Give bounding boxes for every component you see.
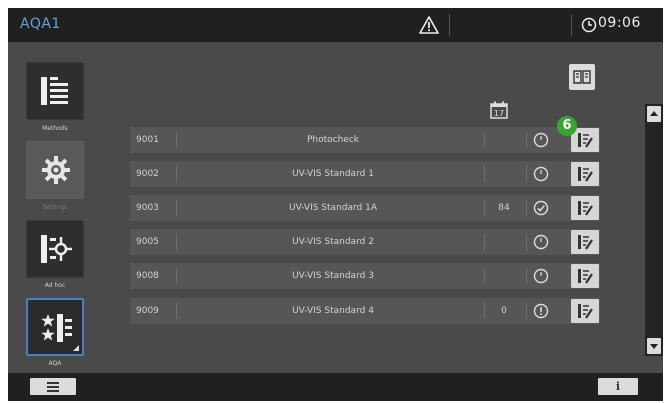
alert-status-icon <box>533 303 549 319</box>
bottom-bar: i <box>8 373 663 401</box>
row-count: 84 <box>498 203 510 213</box>
sidebar-label-aqa: AQA <box>48 360 62 367</box>
row-count <box>482 263 526 289</box>
edit-button[interactable] <box>571 230 599 254</box>
book-icon <box>573 70 591 84</box>
column-divider <box>176 166 177 182</box>
warning-triangle-icon[interactable] <box>419 15 439 35</box>
edit-document-icon <box>578 201 593 216</box>
row-name: UV-VIS Standard 3 <box>292 271 374 281</box>
adhoc-measure-icon <box>41 235 72 263</box>
row-name: UV-VIS Standard 1 <box>292 169 374 179</box>
column-divider <box>526 234 527 250</box>
edit-document-icon <box>578 269 593 284</box>
svg-text:17: 17 <box>494 109 504 118</box>
chevron-down-icon <box>650 344 658 349</box>
top-bar: AQA1 09:06 <box>8 8 663 42</box>
callout-badge: 6 <box>557 116 577 136</box>
row-count <box>482 229 526 255</box>
edit-button[interactable] <box>571 299 599 323</box>
table-row[interactable]: 9001 Photocheck <box>130 127 600 153</box>
clock-status-icon <box>533 132 549 148</box>
column-divider <box>526 166 527 182</box>
row-name: Photocheck <box>306 135 360 145</box>
sidebar-item-settings[interactable] <box>26 141 84 199</box>
column-divider <box>526 268 527 284</box>
gear-icon <box>42 156 70 184</box>
book-button[interactable] <box>569 64 595 90</box>
sidebar-item-aqa[interactable] <box>26 298 84 356</box>
sidebar-item-adhoc[interactable] <box>26 220 84 278</box>
row-id: 9009 <box>136 306 159 316</box>
row-count <box>482 127 526 153</box>
row-id: 9008 <box>136 271 159 281</box>
sidebar-item-methods[interactable] <box>26 62 84 120</box>
methods-list-icon <box>41 77 68 105</box>
sidebar-label-settings: Settings <box>42 204 68 211</box>
column-divider <box>176 132 177 148</box>
column-divider <box>176 303 177 319</box>
scroll-up-button[interactable] <box>647 106 661 122</box>
calendar-icon: 17 <box>490 101 508 119</box>
edit-document-icon <box>578 133 593 148</box>
scroll-down-button[interactable] <box>647 338 661 354</box>
table-row[interactable]: 9002 UV-VIS Standard 1 <box>130 161 600 187</box>
clock-status-icon <box>533 234 549 250</box>
edit-document-icon <box>578 167 593 182</box>
screen-title: AQA1 <box>20 16 61 32</box>
table-row[interactable]: 9003 UV-VIS Standard 1A 84 <box>130 195 600 221</box>
row-count <box>482 161 526 187</box>
clock-status-icon <box>533 268 549 284</box>
hamburger-icon <box>47 386 59 388</box>
column-divider <box>526 200 527 216</box>
table-row[interactable]: 9009 UV-VIS Standard 4 0 <box>130 298 600 324</box>
check-status-icon <box>533 200 549 216</box>
row-name: UV-VIS Standard 4 <box>292 306 374 316</box>
clock-time: 09:06 <box>598 15 641 31</box>
row-id: 9003 <box>136 203 159 213</box>
top-bar-divider <box>449 14 450 36</box>
column-divider <box>526 132 527 148</box>
sidebar-label-adhoc: Ad hoc <box>44 282 66 289</box>
row-name: UV-VIS Standard 2 <box>292 237 374 247</box>
edit-document-icon <box>578 235 593 250</box>
column-divider <box>176 200 177 216</box>
menu-button[interactable] <box>30 378 76 395</box>
hamburger-icon <box>47 390 59 392</box>
aqa-stars-icon <box>41 314 72 342</box>
column-divider <box>526 303 527 319</box>
hamburger-icon <box>47 382 59 384</box>
row-id: 9002 <box>136 169 159 179</box>
edit-button[interactable] <box>571 162 599 186</box>
scrollbar[interactable] <box>645 104 663 356</box>
clock-icon <box>581 17 597 33</box>
instrument-screen: AQA1 09:06 Methods Settings Ad hoc AQA 1… <box>8 8 663 401</box>
row-id: 9001 <box>136 135 159 145</box>
submenu-indicator <box>73 345 79 351</box>
top-bar-divider <box>571 14 572 36</box>
edit-button[interactable] <box>571 264 599 288</box>
table-row[interactable]: 9005 UV-VIS Standard 2 <box>130 229 600 255</box>
clock-status-icon <box>533 166 549 182</box>
column-divider <box>176 234 177 250</box>
chevron-up-icon <box>650 111 658 116</box>
row-id: 9005 <box>136 237 159 247</box>
row-count: 0 <box>501 306 507 316</box>
info-button[interactable]: i <box>598 378 638 395</box>
sidebar-label-methods: Methods <box>42 125 68 132</box>
row-name: UV-VIS Standard 1A <box>288 203 377 213</box>
edit-button[interactable] <box>571 196 599 220</box>
column-divider <box>176 268 177 284</box>
edit-document-icon <box>578 304 593 319</box>
table-row[interactable]: 9008 UV-VIS Standard 3 <box>130 263 600 289</box>
